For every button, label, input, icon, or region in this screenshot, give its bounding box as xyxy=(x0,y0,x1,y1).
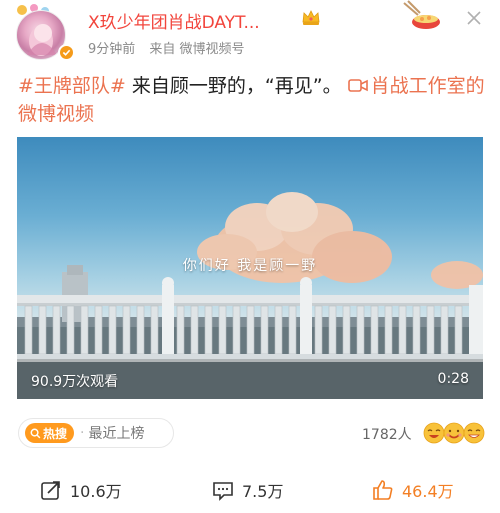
forward-button[interactable]: 10.6万 xyxy=(40,478,122,502)
sticker-icon xyxy=(403,0,440,29)
grin-emoji-icon xyxy=(443,422,465,444)
comment-icon xyxy=(213,482,233,501)
username[interactable]: X玖少年团肖战DAYT... xyxy=(88,8,260,33)
comment-button[interactable]: 7.5万 xyxy=(212,478,283,502)
action-bar: 10.6万 7.5万 46.4万 xyxy=(0,478,500,508)
video-duration: 0:28 xyxy=(437,371,469,387)
like-count: 46.4万 xyxy=(402,482,454,501)
video-view-count: 90.9万次观看 xyxy=(31,374,119,390)
hot-search-label: 最近上榜 xyxy=(88,426,145,442)
post-body: 来自顾一野的，“再见”。 xyxy=(125,75,348,97)
post-source[interactable]: 来自 微博视频号 xyxy=(149,42,244,57)
post-time: 9分钟前 xyxy=(88,42,136,57)
crown-icon xyxy=(302,10,320,25)
hashtag-link[interactable]: #王牌部队# xyxy=(18,75,126,97)
verified-badge-icon xyxy=(58,44,75,61)
forward-icon xyxy=(41,481,60,500)
separator-dot: · xyxy=(80,425,85,441)
hot-search-pill[interactable]: 热搜 · 最近上榜 xyxy=(18,418,174,448)
avatar[interactable] xyxy=(14,4,75,62)
video-link-icon xyxy=(347,79,368,92)
close-icon[interactable] xyxy=(466,10,482,26)
search-icon xyxy=(30,428,41,438)
thumbs-up-icon xyxy=(373,480,393,500)
video-subtitle: 你们好 我是顾一野 xyxy=(182,258,318,274)
video-player[interactable]: 你们好 我是顾一野 90.9万次观看 0:28 xyxy=(17,137,483,399)
comment-count: 7.5万 xyxy=(242,482,284,501)
post-meta: 9分钟前 来自 微博视频号 xyxy=(88,38,255,57)
post-header: X玖少年团肖战DAYT... 9分钟前 来自 微博视频号 xyxy=(0,0,500,64)
hot-search-badge-label: 热搜 xyxy=(43,426,68,441)
laugh-emoji-icon xyxy=(423,422,445,444)
liker-emoji-icons[interactable] xyxy=(423,421,485,445)
likers-count[interactable]: 1782人 xyxy=(362,424,412,444)
post-text: #王牌部队# 来自顾一野的，“再见”。 肖战工作室的微博视频 xyxy=(18,72,488,128)
like-button[interactable]: 46.4万 xyxy=(372,478,454,502)
hot-search-badge: 热搜 xyxy=(25,423,75,443)
smile-emoji-icon xyxy=(463,422,485,444)
forward-count: 10.6万 xyxy=(70,482,122,501)
